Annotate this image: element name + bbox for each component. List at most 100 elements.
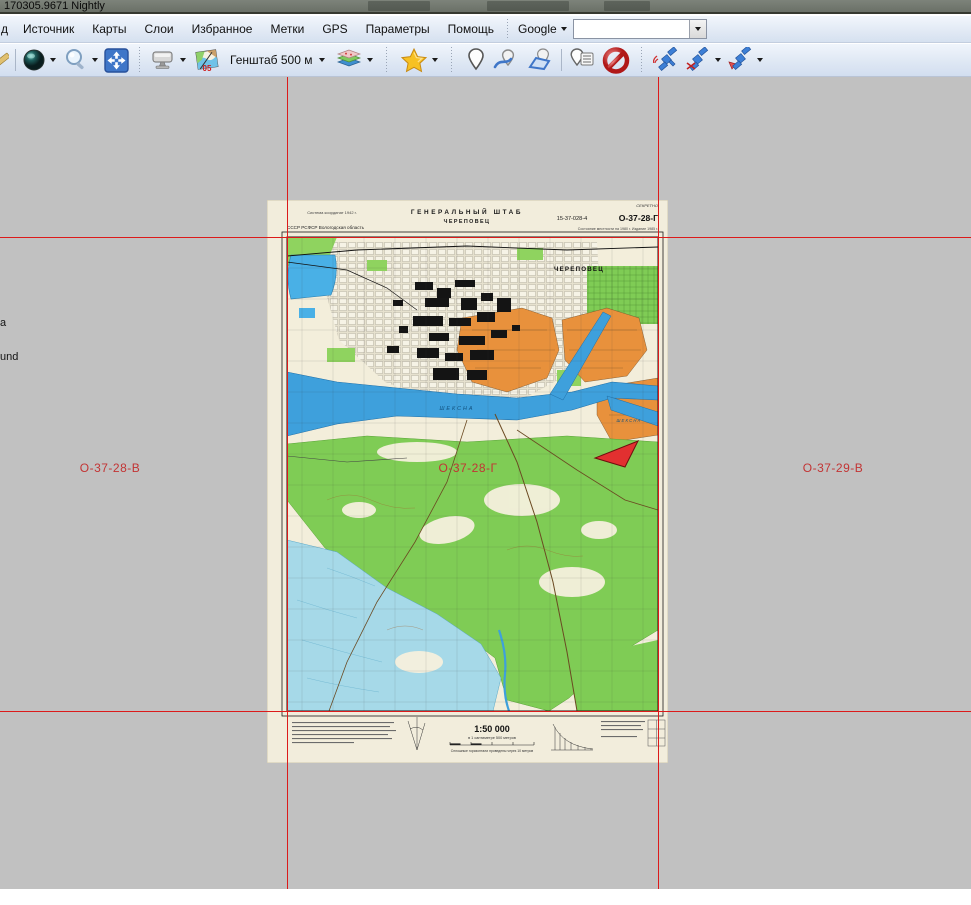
cache-mode-button[interactable] bbox=[147, 46, 189, 74]
title-bar[interactable]: 170305.9671 Nightly bbox=[0, 0, 971, 14]
menu-item-view-clipped[interactable]: д bbox=[0, 18, 14, 40]
favorites-button[interactable] bbox=[397, 46, 441, 74]
menu-item-help[interactable]: Помощь bbox=[439, 18, 503, 40]
grid-line-horizontal-top bbox=[0, 237, 971, 238]
map-scale-note: в 1 сантиметре 500 метров bbox=[468, 736, 516, 740]
map-type-label: Генштаб 500 м bbox=[227, 53, 315, 67]
chevron-down-icon bbox=[695, 27, 701, 31]
gps-satellite-icon bbox=[653, 47, 679, 73]
gps-connect-button[interactable] bbox=[650, 46, 682, 74]
globe-icon bbox=[22, 48, 46, 72]
edge-text-fragment: a bbox=[0, 317, 6, 329]
menu-item-marks[interactable]: Метки bbox=[261, 18, 313, 40]
map-region: СССР РСФСР Вологодская область bbox=[287, 225, 365, 230]
map-nomenclature: О-37-28-Г bbox=[619, 213, 658, 223]
topo-map-sheet[interactable]: Система координат 1942 г. СССР РСФСР Вол… bbox=[267, 200, 668, 763]
search-engine-label: Google bbox=[518, 22, 557, 36]
chevron-down-icon bbox=[50, 58, 56, 62]
map-source-icon: 05 bbox=[194, 47, 221, 73]
search-engine-selector[interactable]: Google bbox=[512, 18, 573, 40]
add-polygon-button[interactable] bbox=[524, 46, 558, 74]
map-source-button[interactable]: 05 bbox=[191, 46, 224, 74]
map-river-label: ШЕКСНА bbox=[439, 406, 474, 412]
magnifier-icon bbox=[62, 48, 88, 72]
titlebar-artifact bbox=[604, 1, 650, 11]
topo-map-image: Система координат 1942 г. СССР РСФСР Вол… bbox=[267, 200, 668, 763]
map-zoom-badge: 05 bbox=[203, 64, 212, 73]
map-title: ЧЕРЕПОВЕЦ bbox=[444, 219, 491, 225]
fullscreen-arrows-icon bbox=[104, 48, 129, 73]
window-title: 170305.9671 Nightly bbox=[4, 0, 105, 12]
gps-disconnect-button[interactable] bbox=[682, 46, 724, 74]
ruler-button[interactable] bbox=[0, 46, 12, 74]
menu-item-favorites[interactable]: Избранное bbox=[183, 18, 262, 40]
menu-item-options[interactable]: Параметры bbox=[357, 18, 439, 40]
menu-item-layers[interactable]: Слои bbox=[135, 18, 182, 40]
grid-line-vertical-right bbox=[658, 77, 659, 889]
gps-position-button[interactable] bbox=[724, 46, 766, 74]
geosearch-dropdown-button[interactable] bbox=[689, 20, 706, 38]
polygon-icon bbox=[527, 47, 555, 73]
titlebar-artifact bbox=[487, 1, 569, 11]
ruler-icon bbox=[0, 48, 9, 72]
chevron-down-icon bbox=[319, 58, 325, 62]
toolbar-grip[interactable] bbox=[639, 47, 644, 73]
fullscreen-button[interactable] bbox=[101, 46, 132, 74]
edge-text-fragment: und bbox=[0, 351, 18, 363]
geosearch-combobox[interactable] bbox=[573, 19, 707, 39]
favorites-star-icon bbox=[400, 47, 428, 74]
zoom-tool-button[interactable] bbox=[59, 46, 101, 74]
menu-bar: д Источник Карты Слои Избранное Метки GP… bbox=[0, 16, 971, 43]
map-city-label: ЧЕРЕПОВЕЦ bbox=[554, 266, 604, 273]
toolbar-grip[interactable] bbox=[137, 47, 142, 73]
gps-satellite-track-icon bbox=[727, 47, 753, 73]
map-scale: 1:50 000 bbox=[474, 724, 510, 734]
chevron-down-icon bbox=[180, 58, 186, 62]
sheet-label-right: О-37-29-В bbox=[803, 461, 864, 475]
map-river-label-2: ШЕКСНА bbox=[616, 418, 641, 423]
hide-marks-icon bbox=[602, 47, 630, 74]
layers-icon bbox=[335, 48, 363, 72]
chevron-down-icon bbox=[92, 58, 98, 62]
chevron-down-icon bbox=[432, 58, 438, 62]
hide-marks-button[interactable] bbox=[599, 46, 633, 74]
map-canvas[interactable]: Система координат 1942 г. СССР РСФСР Вол… bbox=[0, 77, 971, 889]
toolbar-grip[interactable] bbox=[505, 19, 510, 39]
sheet-label-center: О-37-28-Г bbox=[438, 461, 497, 475]
menu-item-maps[interactable]: Карты bbox=[83, 18, 135, 40]
go-to-button[interactable] bbox=[19, 46, 59, 74]
chevron-down-icon bbox=[561, 27, 567, 31]
chevron-down-icon bbox=[715, 58, 721, 62]
menu-item-source[interactable]: Источник bbox=[14, 18, 83, 40]
toolbar-grip[interactable] bbox=[384, 47, 389, 73]
cache-storage-icon bbox=[150, 48, 176, 72]
map-nomenclature-numeric: 15-37-028-4 bbox=[557, 216, 587, 222]
toolbar-separator bbox=[561, 49, 562, 71]
menu-item-gps[interactable]: GPS bbox=[313, 18, 356, 40]
map-type-selector[interactable]: Генштаб 500 м bbox=[224, 46, 328, 74]
layers-button[interactable] bbox=[332, 46, 376, 74]
map-agency: ГЕНЕРАЛЬНЫЙ ШТАБ bbox=[411, 207, 523, 216]
chevron-down-icon bbox=[367, 58, 373, 62]
marks-manager-button[interactable] bbox=[565, 46, 599, 74]
geosearch-input[interactable] bbox=[574, 20, 689, 38]
map-edition-note: Состояние местности на 1980 г. Издание 1… bbox=[578, 227, 658, 231]
application-window: 170305.9671 Nightly д Источник Карты Сло… bbox=[0, 0, 971, 905]
add-placemark-button[interactable] bbox=[462, 46, 490, 74]
map-secrecy-stamp: СЕКРЕТНО bbox=[636, 203, 658, 208]
map-coord-system: Система координат 1942 г. bbox=[307, 210, 357, 215]
marks-manager-icon bbox=[568, 47, 596, 73]
gps-satellite-off-icon bbox=[685, 47, 711, 73]
grid-line-vertical-left bbox=[287, 77, 288, 889]
path-icon bbox=[493, 47, 521, 73]
toolbar-separator bbox=[15, 49, 16, 71]
sheet-label-left: О-37-28-В bbox=[80, 461, 141, 475]
main-toolbar: 05 Генштаб 500 м bbox=[0, 44, 971, 77]
chevron-down-icon bbox=[757, 58, 763, 62]
toolbar-grip[interactable] bbox=[449, 47, 454, 73]
grid-line-horizontal-bottom bbox=[0, 711, 971, 712]
titlebar-artifact bbox=[368, 1, 430, 11]
placemark-icon bbox=[465, 47, 487, 73]
add-path-button[interactable] bbox=[490, 46, 524, 74]
map-contour-note: Сплошные горизонтали проведены через 10 … bbox=[451, 749, 534, 753]
